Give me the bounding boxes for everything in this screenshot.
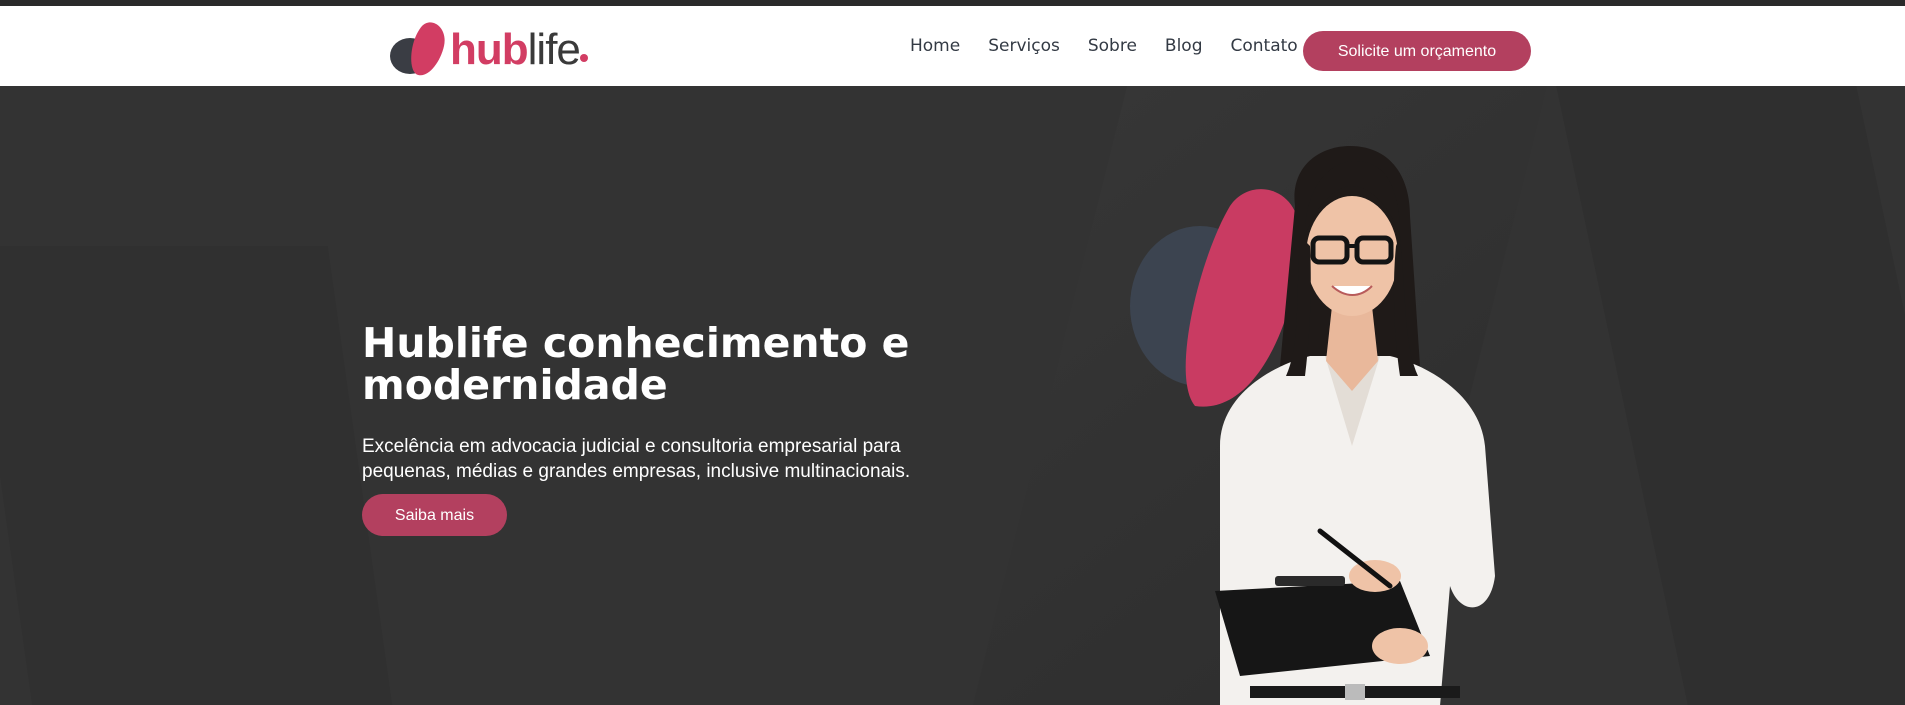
nav-item-contato[interactable]: Contato bbox=[1230, 36, 1297, 56]
background-building-shape bbox=[0, 246, 393, 705]
hero-illustration bbox=[1100, 146, 1580, 705]
site-header: hublife Home Serviços Sobre Blog Contato… bbox=[0, 6, 1905, 86]
background-building-shape bbox=[1551, 86, 1905, 705]
hero-subtitle: Excelência em advocacia judicial e consu… bbox=[362, 436, 911, 482]
logo-dot-icon bbox=[580, 54, 588, 62]
hero-section: Hublife conhecimento e modernidade Excel… bbox=[0, 86, 1905, 705]
main-navigation: Home Serviços Sobre Blog Contato bbox=[910, 36, 1326, 56]
learn-more-button[interactable]: Saiba mais bbox=[362, 494, 507, 536]
request-quote-button[interactable]: Solicite um orçamento bbox=[1303, 31, 1531, 71]
nav-item-blog[interactable]: Blog bbox=[1165, 36, 1203, 56]
woman-with-clipboard-image bbox=[1130, 146, 1495, 705]
nav-item-sobre[interactable]: Sobre bbox=[1088, 36, 1137, 56]
nav-item-servicos[interactable]: Serviços bbox=[988, 36, 1060, 56]
hero-title: Hublife conhecimento e modernidade bbox=[362, 319, 910, 409]
logo-mark-icon bbox=[390, 22, 445, 76]
nav-item-home[interactable]: Home bbox=[910, 36, 960, 56]
site-logo[interactable]: hublife bbox=[388, 18, 593, 80]
logo-text-life: life bbox=[527, 25, 581, 74]
logo-wordmark: hublife bbox=[450, 25, 581, 74]
logo-text-hub: hub bbox=[450, 25, 529, 74]
